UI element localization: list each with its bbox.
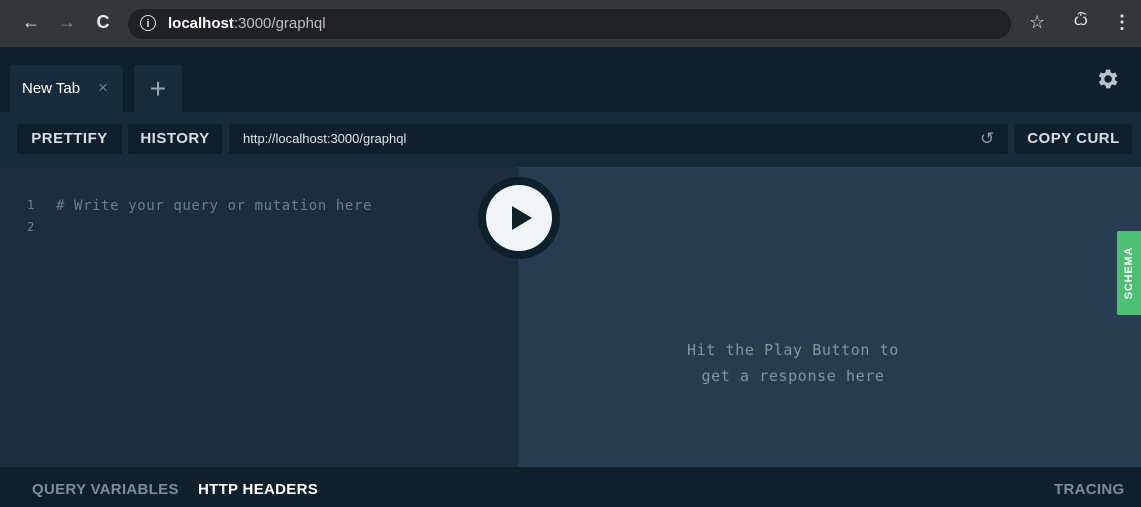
play-button-face[interactable] [486,185,552,251]
back-arrow-icon[interactable]: ← [20,12,42,32]
endpoint-url: http://localhost:3000/graphql [243,131,407,146]
schema-tab[interactable]: SCHEMA [1117,231,1141,315]
address-bar[interactable]: i localhost:3000/graphql [128,9,1011,39]
query-editor[interactable]: 1 2 # Write your query or mutation here [0,167,518,467]
address-url[interactable]: localhost:3000/graphql [168,15,326,32]
schema-label: SCHEMA [1123,246,1135,300]
play-icon [512,206,532,230]
bottom-panel-bar: QUERY VARIABLES HTTP HEADERS TRACING [0,467,1141,507]
gear-icon[interactable] [1094,66,1120,92]
code-comment: # Write your query or mutation here [56,198,373,214]
execute-query-button[interactable] [478,177,560,259]
browser-toolbar: ← → C i localhost:3000/graphql ☆ ѽ ⋮ [0,0,1141,48]
incognito-icon[interactable]: ѽ [1074,12,1088,30]
reload-icon[interactable]: C [92,12,114,32]
result-hint-line: get a response here [701,367,885,385]
editor-toolbar: PRETTIFY HISTORY http://localhost:3000/g… [0,112,1141,167]
forward-arrow-icon[interactable]: → [56,12,78,32]
history-button[interactable]: HISTORY [128,124,222,154]
tab-label: New Tab [22,80,81,97]
line-number: 2 [27,220,35,234]
reload-schema-icon[interactable]: ↺ [980,129,994,149]
tab-new-tab[interactable]: New Tab × [10,65,123,112]
url-host: localhost [168,15,234,32]
tracing-button[interactable]: TRACING [1054,481,1124,498]
copy-curl-button[interactable]: COPY CURL [1015,124,1132,154]
graphql-playground: New Tab × + PRETTIFY HISTORY http://loca… [0,48,1141,507]
info-icon[interactable]: i [140,15,156,31]
tab-http-headers[interactable]: HTTP HEADERS [198,481,318,498]
bookmark-star-icon[interactable]: ☆ [1029,12,1045,33]
add-tab-button[interactable]: + [134,65,182,112]
result-panel: Hit the Play Button to get a response he… [518,167,1141,467]
prettify-button[interactable]: PRETTIFY [17,124,122,154]
result-hint-line: Hit the Play Button to [687,341,899,359]
tab-query-variables[interactable]: QUERY VARIABLES [32,481,179,498]
browser-menu-icon[interactable]: ⋮ [1113,12,1131,33]
tab-strip: New Tab × + [0,48,1141,112]
endpoint-input[interactable]: http://localhost:3000/graphql ↺ [229,124,1008,154]
url-path: :3000/graphql [233,15,326,32]
result-hint: Hit the Play Button to get a response he… [608,337,978,389]
line-number: 1 [27,198,35,212]
close-icon[interactable]: × [98,78,108,98]
